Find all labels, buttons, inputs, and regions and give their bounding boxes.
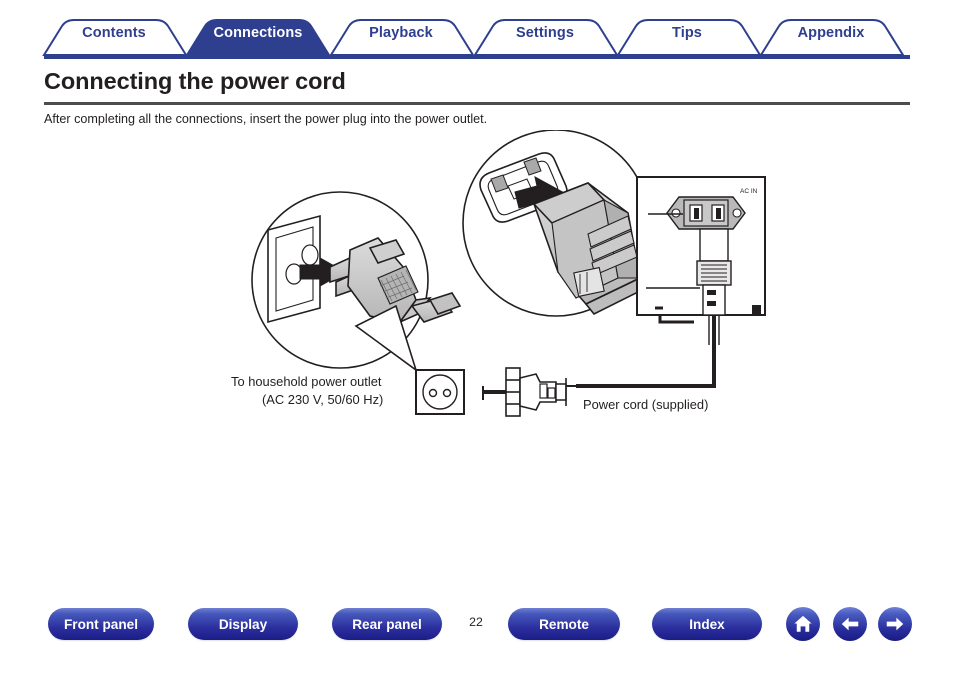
footer-nav: Front panel Display Rear panel 22 Remote…: [0, 607, 954, 664]
tab-bar: Contents Connections Playback Settings T…: [0, 0, 954, 62]
outlet-icon: [415, 369, 465, 415]
tab-contents[interactable]: Contents: [82, 25, 146, 41]
power-cord-line: [576, 316, 716, 388]
tab-settings[interactable]: Settings: [516, 25, 574, 41]
rear-panel-button[interactable]: Rear panel: [332, 608, 442, 640]
remote-button[interactable]: Remote: [508, 608, 620, 640]
intro-paragraph: After completing all the connections, in…: [44, 112, 488, 126]
tab-appendix[interactable]: Appendix: [798, 25, 865, 41]
index-button[interactable]: Index: [652, 608, 762, 640]
loose-power-cord-plug: [482, 367, 567, 417]
arrow-left-icon: [841, 617, 859, 631]
arrow-right-icon: [886, 617, 904, 631]
forward-button[interactable]: [878, 607, 912, 641]
tab-tips[interactable]: Tips: [672, 25, 702, 41]
home-icon: [794, 615, 812, 632]
outlet-label-line2: (AC 230 V, 50/60 Hz): [262, 392, 384, 407]
ac-in-label: AC IN: [740, 188, 758, 195]
connection-diagram: AC IN: [0, 130, 954, 440]
display-button[interactable]: Display: [188, 608, 298, 640]
title-divider: [44, 102, 910, 105]
back-button[interactable]: [833, 607, 867, 641]
power-cord-label: Power cord (supplied): [583, 397, 709, 412]
page-title: Connecting the power cord: [44, 68, 346, 94]
tab-bar-baseline: [44, 55, 910, 59]
tab-playback[interactable]: Playback: [369, 25, 433, 41]
front-panel-button[interactable]: Front panel: [48, 608, 154, 640]
outlet-label-line1: To household power outlet: [231, 374, 382, 389]
page-number: 22: [469, 615, 483, 629]
home-button[interactable]: [786, 607, 820, 641]
tab-connections[interactable]: Connections: [214, 25, 303, 41]
